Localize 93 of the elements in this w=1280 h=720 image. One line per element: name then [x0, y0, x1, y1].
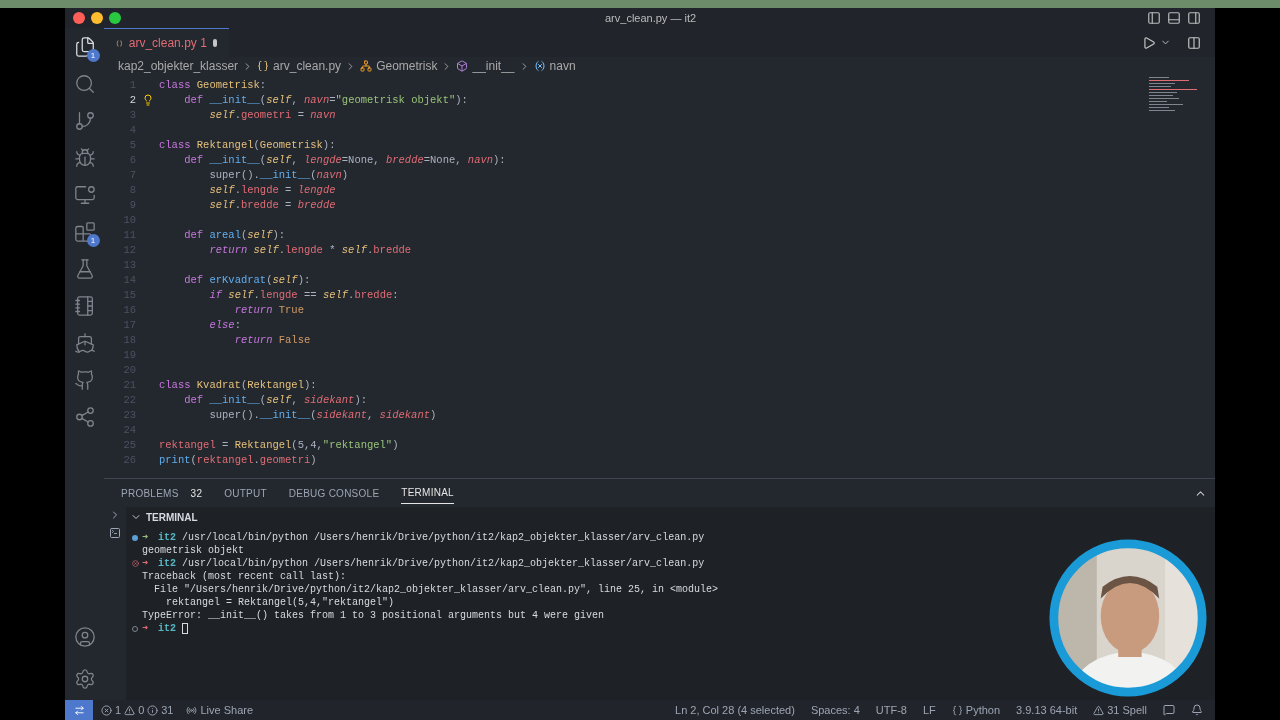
- terminal-command: /usr/local/bin/python /Users/henrik/Drive/python/it2/kap2_objekter_klasser/arv_clean.py: [182, 531, 705, 544]
- prompt-arrow: ➜: [142, 557, 149, 570]
- split-editor-icon[interactable]: [1187, 35, 1201, 50]
- warning-icon: [1093, 704, 1105, 716]
- feedback-icon[interactable]: [1163, 704, 1175, 716]
- tab-label: arv_clean.py 1: [128, 35, 207, 52]
- terminal-output: TypeError: __init__() takes from 1 to 3 positional arguments but 4 were given: [142, 610, 605, 621]
- github-icon[interactable]: [73, 369, 96, 391]
- terminal-output: geometrisk objekt: [142, 545, 245, 556]
- bug-icon[interactable]: [73, 147, 96, 169]
- share-icon[interactable]: [73, 406, 96, 428]
- breadcrumb-item[interactable]: kap2_objekter_klasser: [118, 57, 239, 75]
- monitor-icon[interactable]: [73, 184, 96, 206]
- terminal-output: Traceback (most recent call last):: [142, 571, 347, 582]
- lightbulb-icon[interactable]: [142, 94, 154, 106]
- panel-tab[interactable]: PROBLEMS 32: [121, 482, 203, 504]
- blocks-icon[interactable]: [73, 221, 96, 243]
- terminal-icon[interactable]: [109, 527, 121, 539]
- close-button[interactable]: [73, 12, 85, 24]
- method-icon: [456, 60, 469, 72]
- code-line: else:: [209, 318, 241, 333]
- notebook-icon[interactable]: [73, 295, 96, 317]
- terminal-command: /usr/local/bin/python /Users/henrik/Drive/python/it2/kap2_objekter_klasser/arv_clean.py: [182, 557, 705, 570]
- run-icon[interactable]: [1142, 35, 1156, 50]
- braces-icon: [951, 704, 963, 716]
- code-line: rektangel = Rektangel(5,4,"rektangel"): [159, 438, 399, 453]
- line-number: 2: [128, 93, 136, 108]
- ship-icon[interactable]: [73, 332, 96, 354]
- minimize-button[interactable]: [91, 12, 103, 24]
- error-icon: [101, 704, 112, 716]
- prompt-name: it2: [158, 557, 177, 570]
- code-line: class Kvadrat(Rektangel):: [159, 378, 317, 393]
- code-line: return False: [234, 333, 311, 348]
- secondary-sidebar-icon[interactable]: [1187, 11, 1201, 25]
- code-line: self.lengde = lengde: [209, 183, 336, 198]
- account-icon[interactable]: [73, 626, 96, 648]
- status-item[interactable]: 3.9.13 64-bit: [1016, 701, 1078, 719]
- count-badge: 1: [86, 49, 100, 62]
- problems-status[interactable]: 1 0 31: [101, 701, 174, 719]
- count-badge: 1: [86, 234, 100, 247]
- terminal-output: rektangel = Rektangel(5,4,"rektangel"): [165, 597, 395, 608]
- code-line: def erKvadrat(self):: [184, 273, 311, 288]
- breadcrumb-item[interactable]: Geometrisk: [376, 57, 438, 75]
- prompt-name: it2: [158, 531, 177, 544]
- panel-tab[interactable]: OUTPUT: [224, 482, 267, 504]
- branch-icon[interactable]: [73, 110, 96, 132]
- breadcrumb-item[interactable]: navn: [549, 57, 576, 75]
- breadcrumb-item[interactable]: arv_clean.py: [273, 57, 342, 75]
- section-title: TERMINAL: [146, 510, 198, 525]
- terminal-cursor: [182, 623, 189, 634]
- prompt-name: it2: [158, 622, 177, 635]
- warning-icon: [124, 704, 136, 716]
- code-line: class Geometrisk:: [159, 78, 267, 93]
- variable-icon: [533, 60, 546, 72]
- error-icon: [132, 560, 139, 567]
- bell-icon[interactable]: [1191, 704, 1203, 716]
- sidebar-toggle-icon[interactable]: [1147, 11, 1161, 25]
- search-icon[interactable]: [73, 73, 96, 95]
- code-line: return self.lengde * self.bredde: [209, 243, 412, 258]
- zoom-button[interactable]: [109, 12, 121, 24]
- code-line: def __init__(self, navn="geometrisk objekt"):: [184, 93, 468, 108]
- panel-tab[interactable]: DEBUG CONSOLE: [288, 482, 380, 504]
- code-line: def __init__(self, sidekant):: [184, 393, 368, 408]
- settings-icon[interactable]: [73, 668, 96, 690]
- status-item[interactable]: LF: [923, 701, 936, 719]
- code-line: super().__init__(sidekant, sidekant): [209, 408, 437, 423]
- code-line: if self.lengde == self.bredde:: [209, 288, 399, 303]
- panel-tab[interactable]: TERMINAL: [401, 482, 454, 504]
- prompt-arrow: ➜: [142, 531, 149, 544]
- remote-icon: [73, 704, 85, 716]
- status-item[interactable]: Ln 2, Col 28 (4 selected): [675, 701, 795, 719]
- files-icon[interactable]: [73, 36, 96, 58]
- code-line: super().__init__(navn): [209, 168, 349, 183]
- info-icon: [147, 704, 159, 716]
- code-line: return True: [234, 303, 304, 318]
- code-line: def areal(self):: [184, 228, 286, 243]
- status-item[interactable]: Spaces: 4: [810, 701, 860, 719]
- status-item[interactable]: UTF-8: [875, 701, 907, 719]
- code-line: class Rektangel(Geometrisk):: [159, 138, 336, 153]
- status-item[interactable]: 31 Spell: [1093, 701, 1147, 719]
- window-title: arv_clean.py — it2: [605, 10, 697, 26]
- code-line: def __init__(self, lengde=None, bredde=None, navn):: [184, 153, 506, 168]
- terminal-output: File "/Users/henrik/Drive/python/it2/kap2_objekter_klasser/arv_clean.py", line 25, in <module>: [153, 584, 719, 595]
- code-line: self.geometri = navn: [209, 108, 336, 123]
- panel-toggle-icon[interactable]: [1167, 11, 1181, 25]
- status-item[interactable]: Python: [951, 701, 1001, 719]
- remote-button[interactable]: [65, 700, 93, 720]
- code-line: self.bredde = bredde: [209, 198, 336, 213]
- live-share-button[interactable]: Live Share: [185, 701, 254, 719]
- prompt-arrow: ➜: [142, 622, 149, 635]
- code-line: print(rektangel.geometri): [159, 453, 317, 468]
- breadcrumb-item[interactable]: __init__: [472, 57, 515, 75]
- broadcast-icon: [185, 704, 197, 716]
